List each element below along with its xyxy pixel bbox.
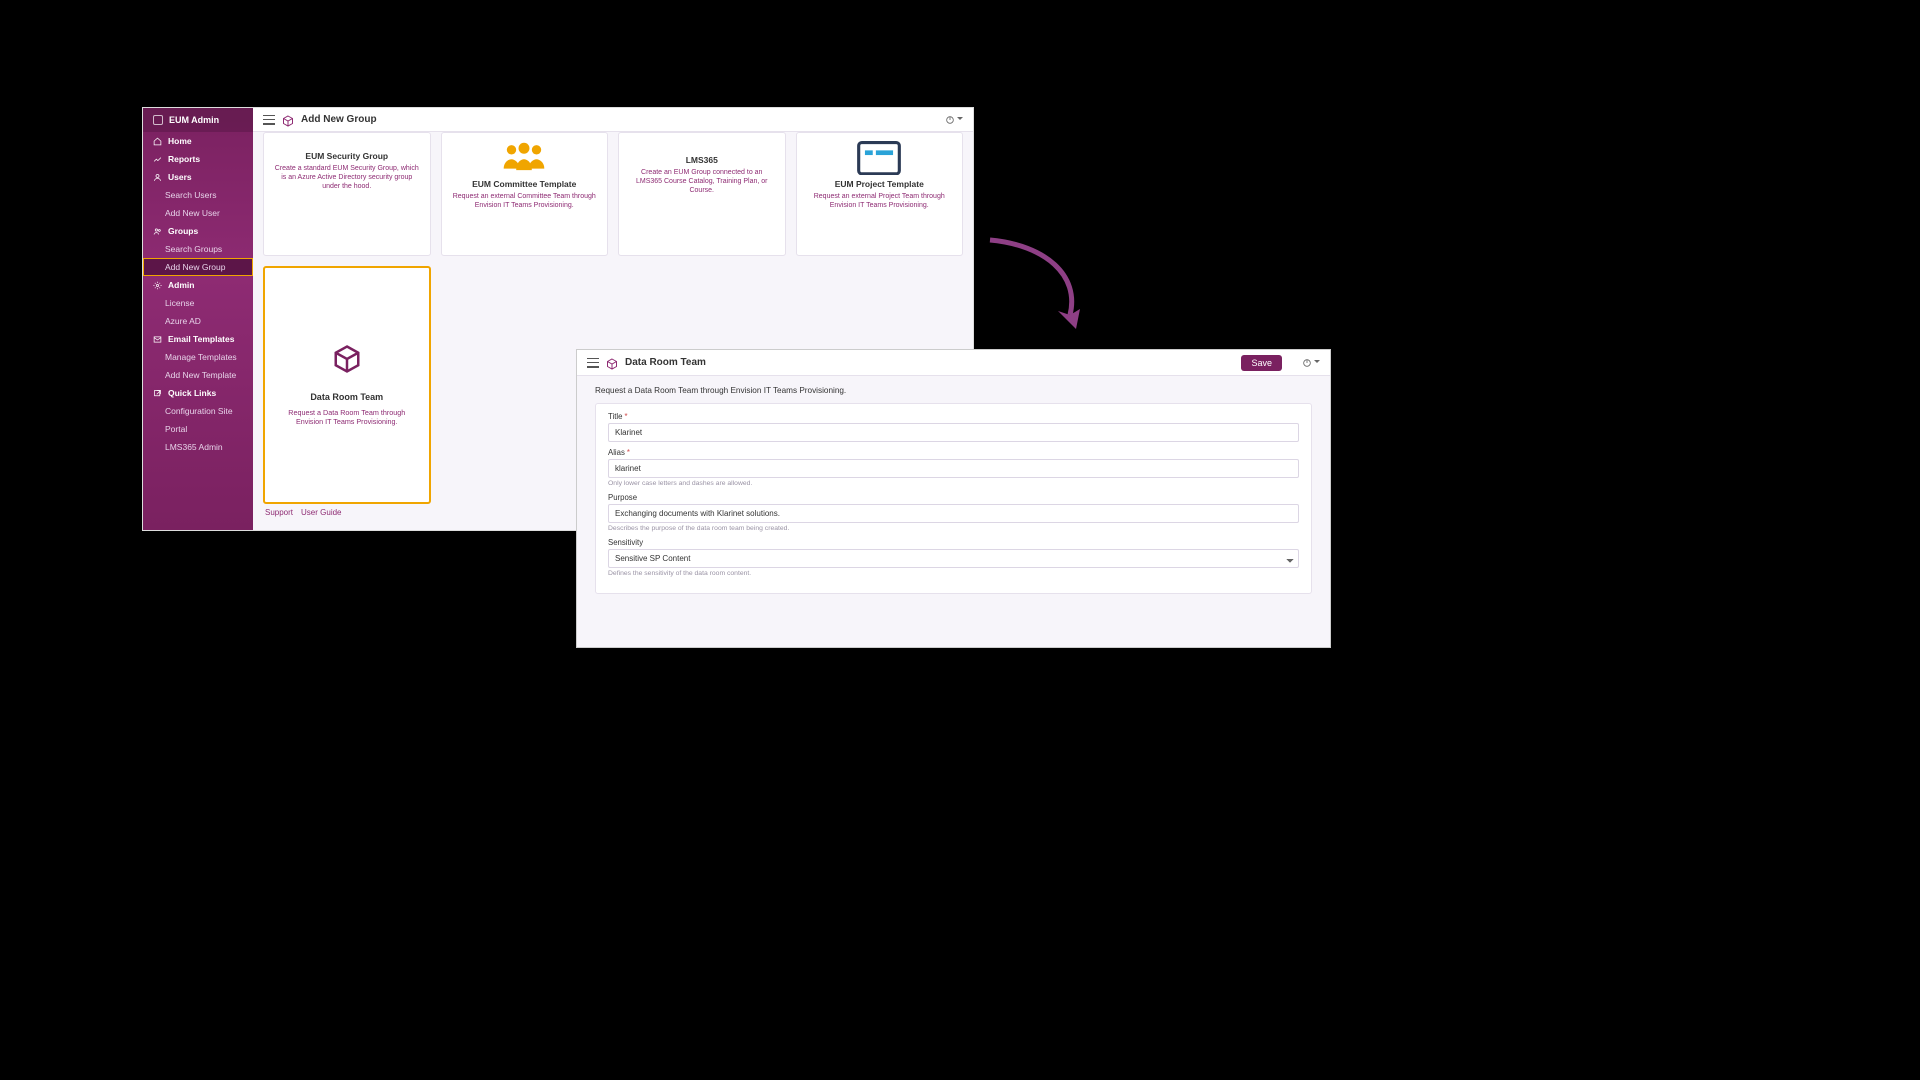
purpose-help: Describes the purpose of the data room t…	[608, 525, 1299, 532]
sidebar-item-label: License	[165, 298, 194, 308]
page-header: Add New Group	[253, 108, 973, 132]
sidebar-item-label: Manage Templates	[165, 352, 237, 362]
card-title: EUM Committee Template	[472, 179, 576, 189]
cube-icon	[282, 114, 294, 126]
sidebar-item-label: Home	[168, 136, 192, 146]
card-committee[interactable]: EUM Committee Template Request an extern…	[441, 132, 609, 256]
alias-input[interactable]	[608, 459, 1299, 478]
sidebar-item-license[interactable]: License	[143, 294, 253, 312]
card-project[interactable]: EUM Project Template Request an external…	[796, 132, 964, 256]
card-title: LMS365	[686, 155, 718, 165]
cube-icon	[332, 344, 362, 374]
sidebar-item-label: Search Users	[165, 190, 217, 200]
menu-toggle-icon[interactable]	[263, 115, 275, 125]
form-window: Data Room Team Save Request a Data Room …	[577, 350, 1330, 647]
card-lms[interactable]: LMS365 Create an EUM Group connected to …	[618, 132, 786, 256]
sidebar-item-label: Email Templates	[168, 334, 234, 344]
brand-logo-icon	[153, 115, 163, 125]
sidebar-item-configuration-site[interactable]: Configuration Site	[143, 402, 253, 420]
mail-icon	[153, 335, 162, 344]
card-desc: Request an external Committee Team throu…	[452, 193, 598, 211]
card-desc: Create a standard EUM Security Group, wh…	[274, 165, 420, 191]
flow-arrow-icon	[985, 235, 1095, 335]
sidebar-item-label: Add New Template	[165, 370, 236, 380]
sidebar-item-manage-templates[interactable]: Manage Templates	[143, 348, 253, 366]
card-security[interactable]: EUM Security Group Create a standard EUM…	[263, 132, 431, 256]
card-data-room-selected[interactable]: Data Room Team Request a Data Room Team …	[263, 266, 431, 504]
sidebar-item-add-new-template[interactable]: Add New Template	[143, 366, 253, 384]
sidebar-item-search-users[interactable]: Search Users	[143, 186, 253, 204]
sensitivity-help: Defines the sensitivity of the data room…	[608, 570, 1299, 577]
board-icon	[854, 141, 904, 175]
sidebar-item-label: Add New User	[165, 208, 220, 218]
sidebar-item-add-new-group[interactable]: Add New Group	[143, 258, 253, 276]
sidebar-item-label: Add New Group	[165, 262, 225, 272]
sidebar-item-search-groups[interactable]: Search Groups	[143, 240, 253, 258]
menu-toggle-icon[interactable]	[587, 358, 599, 368]
brand-label: EUM Admin	[169, 115, 219, 125]
save-button[interactable]: Save	[1241, 355, 1282, 371]
sidebar: EUM Admin Home Reports Users Search Users Ad…	[143, 108, 253, 530]
sidebar-item-label: Configuration Site	[165, 406, 233, 416]
sidebar-item-lms365-admin[interactable]: LMS365 Admin	[143, 438, 253, 456]
sidebar-item-label: Groups	[168, 226, 198, 236]
purpose-label: Purpose	[608, 493, 1299, 502]
home-icon	[153, 137, 162, 146]
brand: EUM Admin	[143, 108, 253, 132]
user-guide-link[interactable]: User Guide	[301, 508, 341, 517]
card-desc: Create an EUM Group connected to an LMS3…	[629, 169, 775, 195]
form-body: Request a Data Room Team through Envisio…	[577, 376, 1330, 604]
card-desc: Request a Data Room Team through Envisio…	[285, 408, 409, 426]
page-title: Add New Group	[301, 114, 377, 125]
card-title: Data Room Team	[310, 392, 383, 402]
form-header: Data Room Team Save	[577, 350, 1330, 376]
sidebar-item-label: Users	[168, 172, 192, 182]
sidebar-item-quick-links[interactable]: Quick Links	[143, 384, 253, 402]
chart-icon	[153, 155, 162, 164]
sidebar-item-label: Admin	[168, 280, 194, 290]
sidebar-item-azure-ad[interactable]: Azure AD	[143, 312, 253, 330]
sidebar-item-admin[interactable]: Admin	[143, 276, 253, 294]
sidebar-item-label: Portal	[165, 424, 187, 434]
power-menu[interactable]	[1302, 358, 1320, 368]
sidebar-item-users[interactable]: Users	[143, 168, 253, 186]
sidebar-item-home[interactable]: Home	[143, 132, 253, 150]
sensitivity-label: Sensitivity	[608, 538, 1299, 547]
user-icon	[153, 173, 162, 182]
sidebar-item-add-new-user[interactable]: Add New User	[143, 204, 253, 222]
gear-icon	[153, 281, 162, 290]
sensitivity-select[interactable]: Sensitive SP Content	[608, 549, 1299, 568]
sidebar-item-label: LMS365 Admin	[165, 442, 223, 452]
card-title: EUM Project Template	[835, 179, 924, 189]
sidebar-item-label: Reports	[168, 154, 200, 164]
link-icon	[153, 389, 162, 398]
sidebar-item-groups[interactable]: Groups	[143, 222, 253, 240]
cube-icon	[606, 357, 618, 369]
sidebar-item-label: Quick Links	[168, 388, 216, 398]
form-intro: Request a Data Room Team through Envisio…	[595, 386, 1312, 395]
title-input[interactable]	[608, 423, 1299, 442]
form-card: Title* Alias* Only lower case letters an…	[595, 403, 1312, 594]
alias-help: Only lower case letters and dashes are a…	[608, 480, 1299, 487]
card-title: EUM Security Group	[305, 151, 388, 161]
people-icon	[499, 141, 549, 175]
card-desc: Request an external Project Team through…	[807, 193, 953, 211]
form-title: Data Room Team	[625, 357, 706, 368]
alias-label: Alias*	[608, 448, 1299, 457]
purpose-input[interactable]	[608, 504, 1299, 523]
sidebar-item-reports[interactable]: Reports	[143, 150, 253, 168]
support-link[interactable]: Support	[265, 508, 293, 517]
sidebar-item-email-templates[interactable]: Email Templates	[143, 330, 253, 348]
sidebar-item-portal[interactable]: Portal	[143, 420, 253, 438]
group-icon	[153, 227, 162, 236]
power-menu[interactable]	[945, 115, 963, 125]
sidebar-item-label: Azure AD	[165, 316, 201, 326]
title-label: Title*	[608, 412, 1299, 421]
sidebar-item-label: Search Groups	[165, 244, 222, 254]
